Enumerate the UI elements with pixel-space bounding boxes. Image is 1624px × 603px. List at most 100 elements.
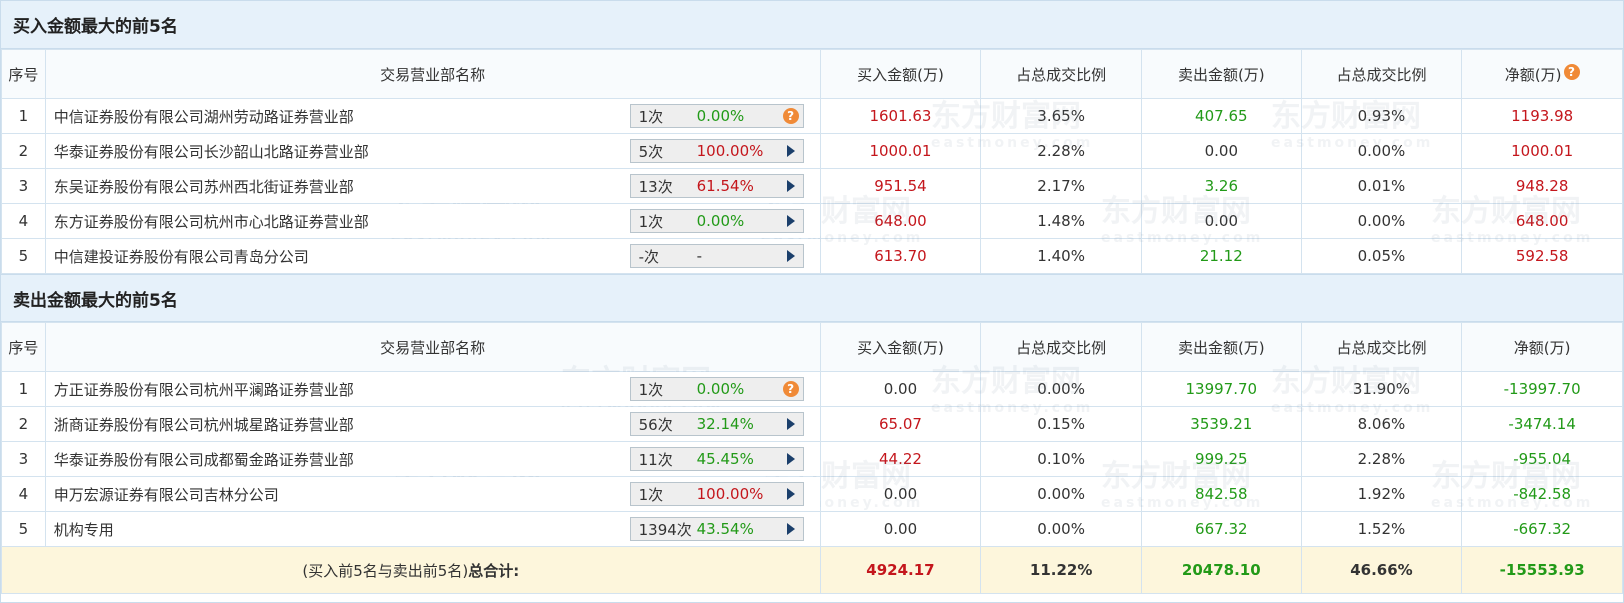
buy-section-title: 买入金额最大的前5名: [1, 1, 1623, 49]
table-row: 1 中信证券股份有限公司湖州劳动路证券营业部 1次 0.00%? 1601.63 3.65…: [1, 98, 1623, 134]
header-branch-name: 交易营业部名称: [44, 322, 821, 372]
sell-ratio: 1.92%: [1300, 476, 1463, 512]
sell-ratio: 31.90%: [1300, 371, 1463, 407]
branch-name-link[interactable]: 方正证券股份有限公司杭州平澜路证券营业部: [54, 381, 354, 399]
question-icon[interactable]: ?: [782, 381, 799, 397]
buy-ratio: 1.40%: [980, 238, 1142, 274]
win-rate: 61.54%: [696, 177, 754, 195]
net-amount: -842.58: [1461, 476, 1623, 512]
buy-ratio: 0.00%: [980, 371, 1142, 407]
sell-table: 序号 交易营业部名称 买入金额(万) 占总成交比例 卖出金额(万) 占总成交比例…: [1, 322, 1623, 594]
branch-name-link[interactable]: 申万宏源证券有限公司吉林分公司: [54, 486, 279, 504]
buy-amount: 951.54: [819, 168, 982, 204]
seat-stats-box[interactable]: -次 -: [629, 244, 804, 268]
total-row: (买入前5名与卖出前5名)总合计: 4924.17 11.22% 20478.1…: [1, 546, 1623, 594]
seat-stats-box[interactable]: 1394次 43.54%: [629, 517, 804, 541]
branch-name-link[interactable]: 中信证券股份有限公司湖州劳动路证券营业部: [54, 108, 354, 126]
branch-name-link[interactable]: 华泰证券股份有限公司成都蜀金路证券营业部: [54, 451, 354, 469]
seat-stats-box[interactable]: 1次 0.00%: [629, 209, 804, 233]
win-rate: 43.54%: [696, 520, 754, 538]
branch-name-link[interactable]: 东方证券股份有限公司杭州市心北路证券营业部: [54, 213, 369, 231]
branch-cell: 方正证券股份有限公司杭州平澜路证券营业部 1次 0.00%?: [44, 371, 821, 407]
branch-name-link[interactable]: 中信建投证券股份有限公司青岛分公司: [54, 248, 309, 266]
seat-stats-box[interactable]: 5次 100.00%: [629, 139, 804, 163]
play-arrow-icon[interactable]: [786, 523, 795, 535]
seat-stats-box[interactable]: 1次 100.00%: [629, 482, 804, 506]
net-amount: -3474.14: [1461, 406, 1623, 442]
row-index: 4: [1, 476, 46, 512]
header-sell-ratio: 占总成交比例: [1300, 49, 1463, 99]
buy-ratio: 0.15%: [980, 406, 1142, 442]
sell-table-body: 1 方正证券股份有限公司杭州平澜路证券营业部 1次 0.00%? 0.00 0.00% 13…: [1, 371, 1623, 547]
sell-amount: 0.00: [1140, 133, 1302, 169]
header-net-label: 净额(万): [1504, 65, 1562, 84]
branch-name-link[interactable]: 浙商证券股份有限公司杭州城星路证券营业部: [54, 416, 354, 434]
net-amount: 1193.98: [1461, 98, 1623, 134]
net-amount: -955.04: [1461, 441, 1623, 477]
net-amount: 592.58: [1461, 238, 1623, 274]
table-row: 5 中信建投证券股份有限公司青岛分公司 -次 - 613.70 1.40% 21.12 0.0…: [1, 238, 1623, 274]
total-label-bold: 总合计:: [468, 561, 520, 580]
seat-stats-box[interactable]: 1次 0.00%?: [629, 377, 804, 401]
appearance-count: 56次: [638, 415, 673, 434]
branch-cell: 东吴证券股份有限公司苏州西北街证券营业部 13次 61.54%: [44, 168, 821, 204]
table-row: 3 东吴证券股份有限公司苏州西北街证券营业部 13次 61.54% 951.54 2.17…: [1, 168, 1623, 204]
seat-stats-box[interactable]: 56次 32.14%: [629, 412, 804, 436]
buy-amount: 613.70: [819, 238, 982, 274]
appearance-count: -次: [638, 247, 660, 266]
branch-name-link[interactable]: 华泰证券股份有限公司长沙韶山北路证券营业部: [54, 143, 369, 161]
header-buy-amount: 买入金额(万): [819, 49, 982, 99]
play-arrow-icon[interactable]: [786, 488, 795, 500]
play-arrow-icon[interactable]: [786, 418, 795, 430]
row-index: 2: [1, 406, 46, 442]
row-index: 3: [1, 441, 46, 477]
buy-table-body: 1 中信证券股份有限公司湖州劳动路证券营业部 1次 0.00%? 1601.63 3.65…: [1, 98, 1623, 274]
seat-stats-box[interactable]: 11次 45.45%: [629, 447, 804, 471]
sell-amount: 667.32: [1140, 511, 1302, 547]
question-icon[interactable]: ?: [782, 108, 799, 124]
sell-ratio: 0.01%: [1300, 168, 1463, 204]
appearance-count: 1394次: [638, 520, 692, 539]
play-arrow-icon[interactable]: [786, 250, 795, 262]
total-buy: 4924.17: [819, 546, 982, 594]
win-rate: -: [696, 247, 703, 265]
header-net-amount: 净额(万)?: [1461, 49, 1623, 99]
table-row: 5 机构专用 1394次 43.54% 0.00 0.00% 667.32 1.52% -667…: [1, 511, 1623, 547]
branch-cell: 浙商证券股份有限公司杭州城星路证券营业部 56次 32.14%: [44, 406, 821, 442]
dragon-tiger-table: 东方财富网eastmoney.com东方财富网eastmoney.com东方财富…: [0, 0, 1624, 603]
sell-header-row: 序号 交易营业部名称 买入金额(万) 占总成交比例 卖出金额(万) 占总成交比例…: [1, 322, 1623, 372]
sell-section-title: 卖出金额最大的前5名: [1, 274, 1623, 322]
header-buy-amount: 买入金额(万): [819, 322, 982, 372]
sell-amount: 999.25: [1140, 441, 1302, 477]
table-row: 4 申万宏源证券有限公司吉林分公司 1次 100.00% 0.00 0.00% 842.58…: [1, 476, 1623, 512]
table-row: 3 华泰证券股份有限公司成都蜀金路证券营业部 11次 45.45% 44.22 0.10%…: [1, 441, 1623, 477]
buy-ratio: 0.10%: [980, 441, 1142, 477]
win-rate: 32.14%: [696, 415, 754, 433]
branch-name-link[interactable]: 机构专用: [54, 521, 114, 539]
branch-cell: 中信建投证券股份有限公司青岛分公司 -次 -: [44, 238, 821, 274]
seat-stats-box[interactable]: 1次 0.00%?: [629, 104, 804, 128]
branch-name-link[interactable]: 东吴证券股份有限公司苏州西北街证券营业部: [54, 178, 354, 196]
table-row: 2 浙商证券股份有限公司杭州城星路证券营业部 56次 32.14% 65.07 0.15%…: [1, 406, 1623, 442]
total-label-prefix: (买入前5名与卖出前5名): [302, 561, 469, 580]
win-rate: 100.00%: [696, 142, 764, 160]
net-amount: 1000.01: [1461, 133, 1623, 169]
buy-amount: 0.00: [819, 511, 982, 547]
row-index: 5: [1, 511, 46, 547]
table-row: 1 方正证券股份有限公司杭州平澜路证券营业部 1次 0.00%? 0.00 0.00% 13…: [1, 371, 1623, 407]
play-arrow-icon[interactable]: [786, 453, 795, 465]
seat-stats-box[interactable]: 13次 61.54%: [629, 174, 804, 198]
play-arrow-icon[interactable]: [786, 215, 795, 227]
total-net: -15553.93: [1461, 546, 1623, 594]
sell-ratio: 0.00%: [1300, 203, 1463, 239]
row-index: 5: [1, 238, 46, 274]
play-arrow-icon[interactable]: [786, 180, 795, 192]
appearance-count: 5次: [638, 142, 664, 161]
play-arrow-icon[interactable]: [786, 145, 795, 157]
branch-cell: 申万宏源证券有限公司吉林分公司 1次 100.00%: [44, 476, 821, 512]
sell-amount: 842.58: [1140, 476, 1302, 512]
sell-ratio: 1.52%: [1300, 511, 1463, 547]
help-question-icon[interactable]: ?: [1563, 63, 1580, 80]
win-rate: 0.00%: [696, 107, 745, 125]
appearance-count: 13次: [638, 177, 673, 196]
